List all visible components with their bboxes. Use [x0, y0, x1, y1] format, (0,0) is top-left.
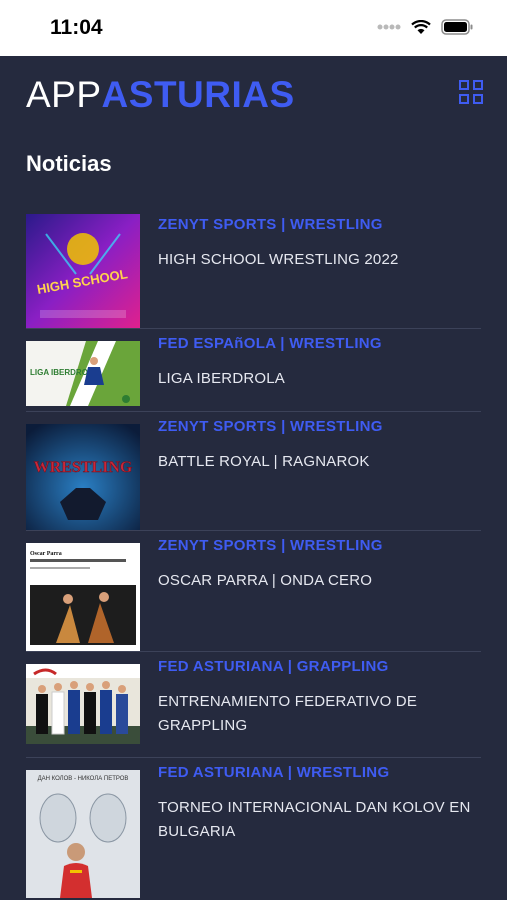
news-category: ZENYT SPORTS | WRESTLING	[158, 418, 383, 435]
news-item[interactable]: Oscar Parra ZENYT SPORTS | WRESTLING OSC…	[26, 531, 481, 652]
grid-menu-icon[interactable]	[459, 80, 483, 104]
logo-brand: ASTURIAS	[101, 74, 295, 115]
news-category: FED ASTURIANA | GRAPPLING	[158, 658, 389, 675]
news-item[interactable]: FED ASTURIANA | GRAPPLING ENTRENAMIENTO …	[26, 652, 481, 758]
status-time: 11:04	[50, 16, 103, 39]
news-title: TORNEO INTERNACIONAL DAN KOLOV EN BULGAR…	[158, 799, 471, 840]
news-thumbnail: ДАН КОЛОВ - НИКОЛА ПЕТРОВ	[26, 770, 140, 898]
status-icons	[377, 19, 473, 35]
thumb-text: ДАН КОЛОВ - НИКОЛА ПЕТРОВ	[38, 776, 129, 782]
news-category: FED ASTURIANA | WRESTLING	[158, 764, 390, 781]
battery-icon	[441, 19, 473, 35]
wifi-icon	[411, 19, 431, 34]
news-thumbnail: HIGH SCHOOL	[26, 214, 140, 328]
news-title: LIGA IBERDROLA	[158, 370, 286, 387]
news-category: FED ESPAñOLA | WRESTLING	[158, 335, 382, 352]
logo-prefix: APP	[26, 74, 102, 115]
news-item[interactable]: LIGA IBERDROLA FED ESPAñOLA | WRESTLING …	[26, 329, 481, 412]
news-category: ZENYT SPORTS | WRESTLING	[158, 537, 383, 554]
thumb-text: Oscar Parra	[30, 551, 62, 557]
news-thumbnail: LIGA IBERDROLA	[26, 341, 140, 406]
news-thumbnail: Oscar Parra	[26, 543, 140, 651]
news-thumbnail	[26, 664, 140, 744]
news-item[interactable]: HIGH SCHOOL ZENYT SPORTS | WRESTLING HIG…	[26, 210, 481, 329]
news-item[interactable]: WRESTLING ZENYT SPORTS | WRESTLING BATTL…	[26, 412, 481, 531]
status-bar: 11:04	[0, 0, 507, 56]
news-title: ENTRENAMIENTO FEDERATIVO DE GRAPPLING	[158, 693, 418, 734]
section-title: Noticias	[26, 151, 112, 176]
thumb-text: WRESTLING	[34, 459, 133, 476]
news-title: HIGH SCHOOL WRESTLING 2022	[158, 251, 399, 268]
app-header: APPASTURIAS	[0, 56, 507, 136]
news-list: HIGH SCHOOL ZENYT SPORTS | WRESTLING HIG…	[26, 210, 481, 898]
news-category: ZENYT SPORTS | WRESTLING	[158, 216, 383, 233]
news-item[interactable]: ДАН КОЛОВ - НИКОЛА ПЕТРОВ FED ASTURIANA …	[26, 758, 481, 898]
news-title: BATTLE ROYAL | RAGNAROK	[158, 453, 370, 470]
news-thumbnail: WRESTLING	[26, 424, 140, 530]
news-title: OSCAR PARRA | ONDA CERO	[158, 572, 373, 589]
cellular-signal-icon	[377, 24, 401, 30]
app-logo: APPASTURIAS	[26, 74, 295, 116]
